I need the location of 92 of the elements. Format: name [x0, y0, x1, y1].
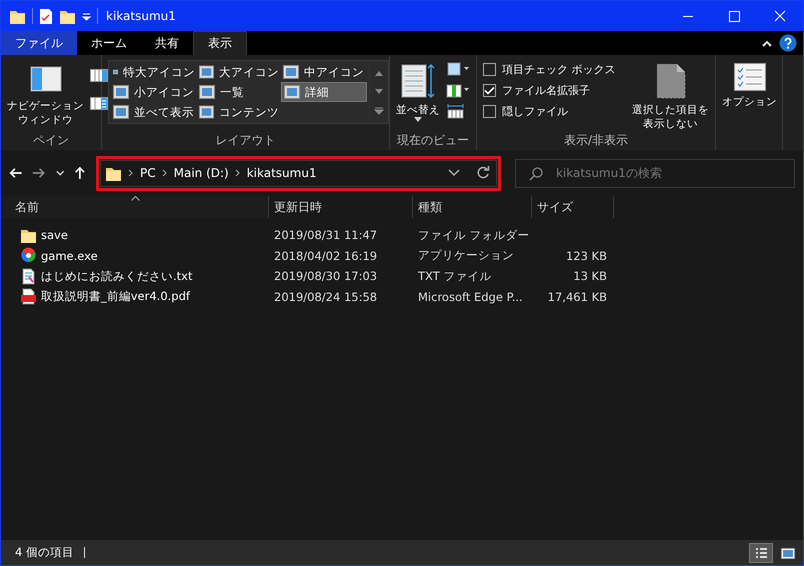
chevron-right-icon — [234, 169, 241, 177]
search-icon — [528, 166, 543, 180]
view-icon — [283, 65, 299, 79]
file-row[interactable]: save 2019/08/31 11:47 ファイル フォルダー — [1, 225, 803, 246]
layout-option[interactable]: 中アイコン — [281, 62, 367, 82]
pdf-file-icon — [20, 288, 37, 306]
file-row[interactable]: 取扱説明書_前編ver4.0.pdf 2019/08/24 15:58 Microsoft Edge P... 17,461 KB — [1, 286, 803, 307]
checkmark-icon — [484, 86, 495, 95]
layout-option[interactable]: 小アイコン — [111, 82, 197, 102]
view-icon — [113, 85, 129, 99]
layout-option[interactable]: 特大アイコン — [111, 62, 197, 82]
column-header[interactable]: 名前 — [1, 196, 269, 218]
group-label: 表示/非表示 — [562, 132, 630, 149]
file-type: ファイル フォルダー — [417, 228, 531, 243]
back-arrow-icon[interactable] — [9, 166, 22, 180]
file-type: Microsoft Edge P... — [417, 290, 524, 304]
layout-option[interactable]: コンテンツ — [197, 102, 281, 122]
ribbon-tab[interactable]: ファイル — [1, 31, 77, 55]
file-size: 123 KB — [566, 248, 607, 263]
file-name: save — [41, 228, 68, 242]
layout-option[interactable]: 詳細 — [281, 82, 367, 102]
modified-date: 2019/08/31 11:47 — [273, 228, 378, 242]
file-row[interactable]: はじめにお読みください.txt 2019/08/30 17:03 TXT ファイル 13 KB — [1, 266, 803, 286]
group-label: ペイン — [32, 132, 70, 149]
up-arrow-icon[interactable] — [74, 165, 86, 181]
scroll-up-icon[interactable] — [374, 68, 384, 77]
document-icon — [656, 63, 686, 99]
modified-date: 2019/08/24 15:58 — [273, 290, 378, 304]
column-header[interactable]: サイズ — [532, 196, 614, 218]
ribbon-tab[interactable]: 表示 — [193, 31, 247, 55]
file-size: 17,461 KB — [548, 290, 607, 304]
breadcrumb[interactable]: PC — [140, 166, 156, 180]
preview-pane-icon[interactable] — [90, 67, 108, 83]
column-header[interactable]: 種類 — [413, 196, 532, 218]
address-bar[interactable]: PC Main (D:) kikatsumu1 — [96, 156, 501, 190]
group-by-icon[interactable] — [446, 61, 470, 77]
search-field[interactable]: kikatsumu1の検索 — [514, 158, 795, 188]
ribbon-tab[interactable]: ホーム — [77, 31, 141, 55]
modified-date: 2018/04/02 16:19 — [273, 248, 378, 263]
ribbon-tab[interactable]: 共有 — [141, 31, 193, 55]
chevron-right-icon — [128, 169, 134, 177]
window-title: kikatsumu1 — [106, 9, 176, 23]
sort-button[interactable]: 並べ替え — [396, 59, 440, 122]
checkbox-option[interactable]: 隠しファイル — [483, 104, 616, 119]
recent-dropdown-icon[interactable] — [56, 169, 64, 177]
details-pane-icon[interactable] — [90, 95, 108, 111]
options-button[interactable]: オプション — [722, 59, 777, 109]
details-view-icon — [753, 546, 769, 560]
file-size: 13 KB — [573, 269, 607, 284]
refresh-icon[interactable] — [476, 166, 490, 180]
sort-list-icon — [401, 63, 435, 99]
file-name: 取扱説明書_前編ver4.0.pdf — [41, 289, 190, 304]
text-file-icon — [20, 268, 37, 285]
checkbox-option[interactable]: 項目チェック ボックス — [483, 62, 616, 77]
add-columns-icon[interactable] — [446, 82, 470, 98]
expand-gallery-icon[interactable] — [374, 107, 384, 116]
item-count: 4 個の項目 — [15, 545, 74, 560]
breadcrumb[interactable]: Main (D:) — [174, 166, 229, 180]
view-toggle-button[interactable] — [749, 542, 773, 562]
layout-option[interactable]: 並べて表示 — [111, 102, 197, 122]
checkbox-option[interactable]: ファイル名拡張子 — [483, 83, 616, 98]
group-label: レイアウト — [214, 132, 276, 149]
breadcrumb[interactable]: kikatsumu1 — [246, 166, 317, 180]
navigation-pane-button[interactable]: ナビゲーション ウィンドウ — [7, 59, 84, 127]
collapse-ribbon-icon[interactable] — [761, 38, 773, 48]
view-icon — [113, 105, 129, 119]
file-row[interactable]: game.exe 2018/04/02 16:19 アプリケーション 123 KB — [1, 246, 803, 266]
view-icon — [199, 105, 214, 119]
column-header[interactable]: 更新日時 — [269, 196, 413, 218]
scroll-down-icon[interactable] — [374, 88, 384, 96]
file-name: game.exe — [41, 248, 98, 263]
chevron-right-icon — [162, 169, 168, 177]
caret-icon — [414, 117, 422, 122]
view-icon — [284, 85, 300, 99]
layout-option[interactable]: 一覧 — [197, 82, 281, 102]
layout-option[interactable]: 大アイコン — [197, 62, 281, 82]
group-label: 現在のビュー — [396, 132, 470, 149]
colored-circle-icon — [20, 247, 37, 264]
view-icon — [199, 85, 215, 99]
file-name: はじめにお読みください.txt — [41, 268, 192, 284]
modified-date: 2019/08/30 17:03 — [273, 269, 378, 284]
checklist-icon[interactable] — [39, 8, 53, 24]
large-icons-view-icon — [780, 546, 796, 560]
file-type: TXT ファイル — [417, 268, 492, 284]
file-type: アプリケーション — [417, 248, 515, 264]
forward-arrow-icon[interactable] — [32, 166, 46, 180]
view-icon — [199, 65, 214, 79]
checklist-icon — [734, 63, 766, 91]
dropdown-icon[interactable] — [448, 169, 460, 177]
help-icon[interactable] — [779, 34, 797, 52]
sort-caret-icon — [130, 196, 140, 201]
hide-selected-button[interactable]: 選択した項目を 表示しない — [632, 59, 709, 131]
